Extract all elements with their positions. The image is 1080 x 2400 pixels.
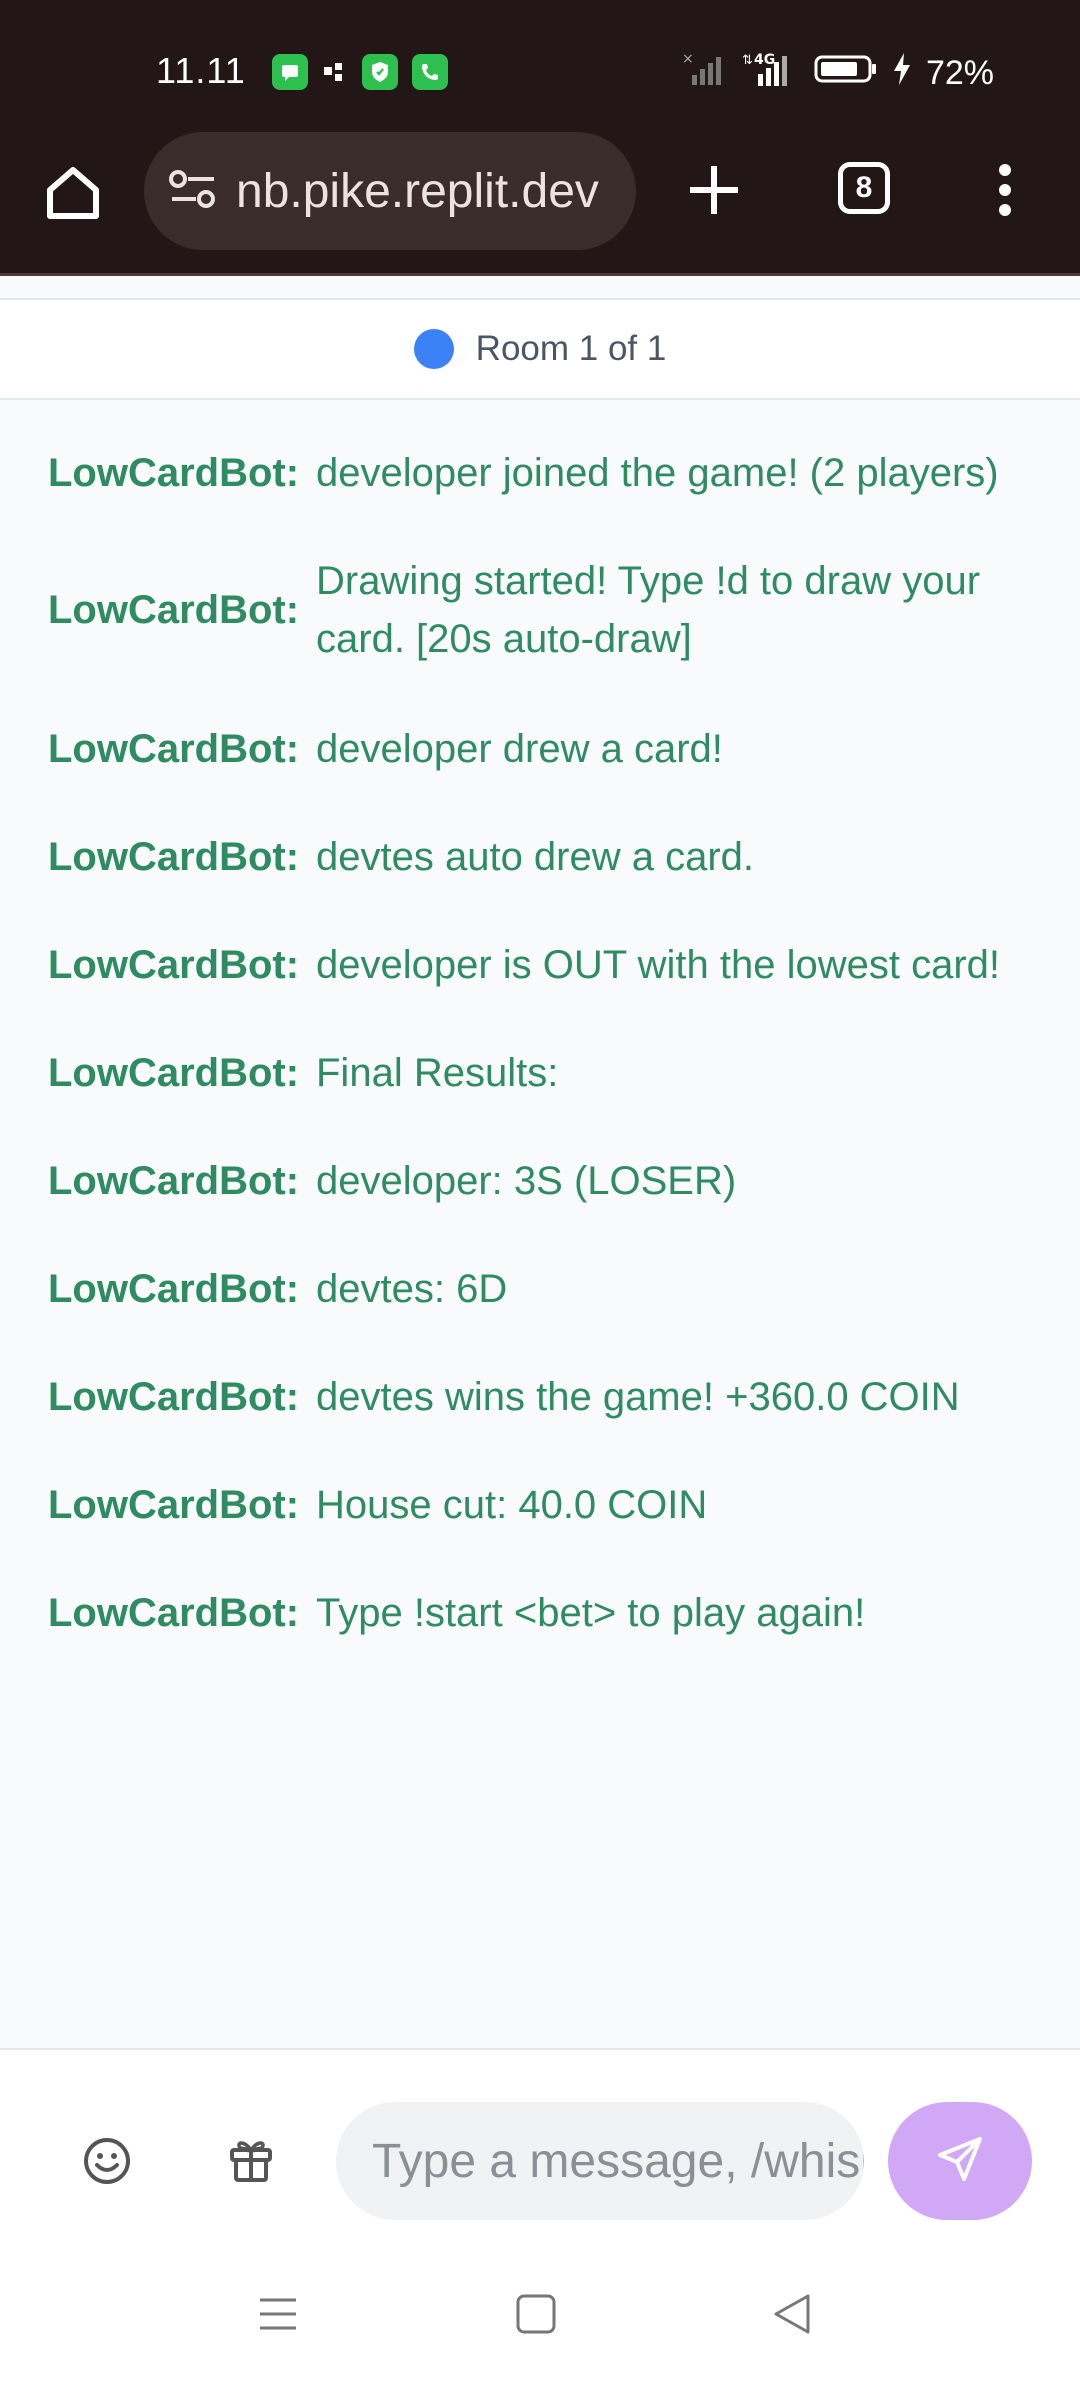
system-indicators: × ⇅ 4G 72%	[682, 50, 994, 97]
message-sender[interactable]: LowCardBot:	[48, 936, 316, 994]
address-bar[interactable]: nb.pike.replit.dev	[144, 132, 636, 250]
message-text: developer drew a card!	[316, 727, 723, 771]
message-sender[interactable]: LowCardBot:	[48, 1152, 316, 1210]
messages-app-icon	[272, 54, 308, 90]
message-sender[interactable]: LowCardBot:	[48, 1476, 316, 1534]
charging-bolt-icon	[892, 52, 912, 95]
message-text: Type !start <bet> to play again!	[316, 1591, 866, 1635]
send-button[interactable]	[888, 2102, 1032, 2220]
message-text: developer: 3S (LOSER)	[316, 1159, 737, 1203]
room-indicator: Room 1 of 1	[0, 298, 1080, 400]
chat-message: LowCardBot: developer drew a card!	[48, 720, 1046, 778]
status-time: 11.11	[156, 50, 246, 91]
message-composer	[0, 2048, 1080, 2234]
recents-menu-icon[interactable]	[256, 2292, 300, 2336]
smiley-icon[interactable]	[82, 2136, 132, 2186]
phone-call-icon	[412, 54, 448, 90]
room-status-dot	[413, 329, 454, 369]
vpn-shield-icon	[362, 54, 398, 90]
message-input[interactable]	[336, 2102, 864, 2220]
signal-sim2-icon: ⇅ 4G	[742, 50, 800, 97]
message-sender[interactable]: LowCardBot:	[48, 1368, 316, 1426]
battery-icon	[814, 53, 878, 94]
chat-message: LowCardBot: devtes: 6D	[48, 1260, 1046, 1318]
chat-message: LowCardBot: devtes wins the game! +360.0…	[48, 1368, 1046, 1426]
tab-switcher-button[interactable]: 8	[838, 162, 890, 214]
room-label: Room 1 of 1	[475, 329, 667, 368]
message-sender[interactable]: LowCardBot:	[48, 1044, 316, 1102]
message-text: developer joined the game! (2 players)	[316, 451, 999, 495]
url-text[interactable]: nb.pike.replit.dev	[236, 164, 599, 219]
network-type-label: 4G	[754, 52, 775, 68]
chat-message: LowCardBot: developer: 3S (LOSER)	[48, 1152, 1046, 1210]
message-sender[interactable]: LowCardBot:	[48, 581, 316, 639]
notification-icons	[272, 54, 448, 90]
dots-icon	[322, 59, 348, 85]
system-navigation-bar	[0, 2234, 1080, 2400]
send-icon	[935, 2134, 985, 2189]
svg-text:×: ×	[682, 51, 694, 67]
gift-icon[interactable]	[226, 2134, 276, 2184]
chat-message: LowCardBot: Final Results:	[48, 1044, 1046, 1102]
message-sender[interactable]: LowCardBot:	[48, 828, 316, 886]
message-text: House cut: 40.0 COIN	[316, 1483, 708, 1527]
chat-message: LowCardBot: Drawing started! Type !d to …	[48, 552, 1016, 668]
battery-percent: 72%	[925, 54, 994, 92]
home-square-icon[interactable]	[514, 2292, 558, 2336]
home-icon[interactable]	[40, 160, 106, 226]
chat-message: LowCardBot: House cut: 40.0 COIN	[48, 1476, 1046, 1534]
site-settings-icon[interactable]	[168, 167, 218, 216]
message-text: devtes wins the game! +360.0 COIN	[316, 1375, 960, 1419]
chat-message: LowCardBot: Type !start <bet> to play ag…	[48, 1584, 1046, 1642]
message-text: Drawing started! Type !d to draw your ca…	[316, 559, 981, 661]
chat-message: LowCardBot: developer joined the game! (…	[48, 444, 1046, 502]
message-input-wrapper	[336, 2102, 864, 2220]
message-sender[interactable]: LowCardBot:	[48, 1584, 316, 1642]
svg-text:⇅: ⇅	[742, 53, 753, 68]
message-text: devtes: 6D	[316, 1267, 508, 1311]
chat-log[interactable]: LowCardBot: developer joined the game! (…	[0, 400, 1080, 2048]
signal-sim1-icon: ×	[682, 51, 728, 96]
chat-message: LowCardBot: developer is OUT with the lo…	[48, 936, 1046, 994]
browser-toolbar: nb.pike.replit.dev 8	[0, 132, 1080, 276]
message-sender[interactable]: LowCardBot:	[48, 720, 316, 778]
chat-message: LowCardBot: devtes auto drew a card.	[48, 828, 1046, 886]
message-sender[interactable]: LowCardBot:	[48, 1260, 316, 1318]
overflow-menu-icon[interactable]	[990, 160, 1020, 220]
message-text: developer is OUT with the lowest card!	[316, 943, 1001, 987]
back-triangle-icon[interactable]	[770, 2292, 814, 2336]
message-text: devtes auto drew a card.	[316, 835, 755, 879]
status-bar: 11.11 × ⇅ 4G 72%	[0, 0, 1080, 140]
new-tab-icon[interactable]	[684, 160, 744, 220]
message-text: Final Results:	[316, 1051, 559, 1095]
message-sender[interactable]: LowCardBot:	[48, 444, 316, 502]
